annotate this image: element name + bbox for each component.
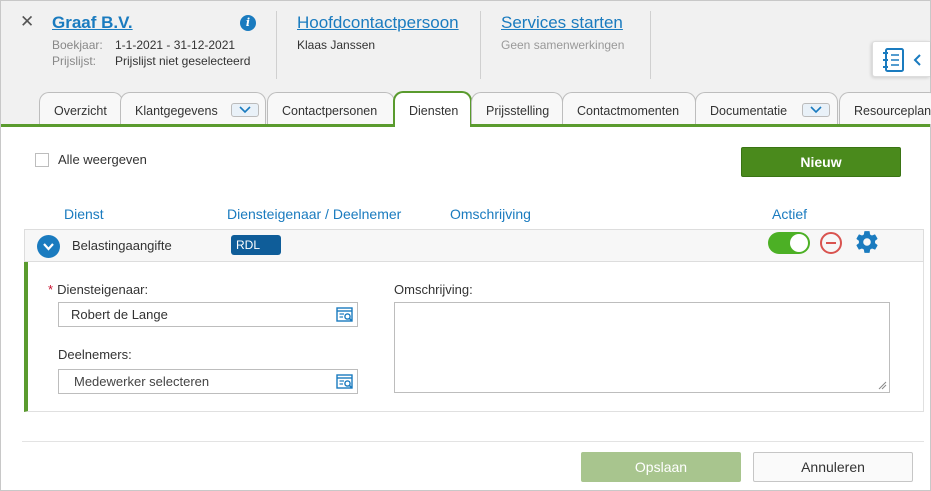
tab-label: Resourceplann [854, 104, 931, 118]
notebook-icon [883, 48, 921, 72]
show-all-label: Alle weergeven [58, 152, 147, 167]
tab-klantgegevens[interactable]: Klantgegevens [120, 92, 266, 124]
prijslijst-label: Prijslijst: [52, 54, 96, 68]
tab-bar: Overzicht Klantgegevens Contactpersonen … [1, 90, 931, 127]
column-header-omschrijving[interactable]: Omschrijving [450, 206, 531, 222]
tab-diensten[interactable]: Diensten [393, 91, 472, 127]
boekjaar-row: Boekjaar: 1-1-2021 - 31-12-2021 [52, 38, 235, 52]
tab-resourceplanning[interactable]: Resourceplann [839, 92, 931, 124]
lookup-icon[interactable] [336, 307, 354, 330]
tab-label: Contactpersonen [282, 104, 378, 118]
expand-toggle-icon[interactable] [37, 235, 60, 258]
cancel-button[interactable]: Annuleren [753, 452, 913, 482]
owner-value: Robert de Lange [71, 307, 168, 322]
column-header-eigenaar[interactable]: Diensteigenaar / Deelnemer [227, 206, 401, 222]
owner-badge: RDL [231, 235, 281, 255]
footer-divider [22, 441, 924, 442]
tab-label: Contactmomenten [577, 104, 680, 118]
owner-label-text: Diensteigenaar: [57, 282, 149, 297]
boekjaar-label: Boekjaar: [52, 38, 103, 52]
tab-documentatie[interactable]: Documentatie [695, 92, 838, 124]
participants-placeholder: Medewerker selecteren [74, 374, 210, 389]
tab-label: Overzicht [54, 104, 107, 118]
boekjaar-value: 1-1-2021 - 31-12-2021 [115, 38, 236, 52]
remove-icon[interactable] [820, 232, 842, 254]
new-button[interactable]: Nieuw [741, 147, 901, 177]
participants-field[interactable]: Medewerker selecteren [58, 369, 358, 394]
tab-contactmomenten[interactable]: Contactmomenten [562, 92, 696, 124]
chevron-down-icon[interactable] [231, 103, 259, 117]
tab-label: Diensten [409, 104, 459, 118]
main-contact-link[interactable]: Hoofdcontactpersoon [297, 13, 459, 33]
divider [276, 11, 277, 79]
column-header-dienst[interactable]: Dienst [64, 206, 104, 222]
company-name-link[interactable]: Graaf B.V. [52, 13, 133, 33]
tab-label: Documentatie [710, 104, 788, 118]
main-contact-name: Klaas Janssen [297, 38, 376, 52]
dialog-frame: ✕ Graaf B.V. i Boekjaar: 1-1-2021 - 31-12… [0, 0, 931, 491]
owner-field[interactable]: Robert de Lange [58, 302, 358, 327]
resize-handle-icon[interactable] [877, 380, 887, 390]
side-panel-toggle[interactable] [872, 41, 930, 77]
close-icon[interactable]: ✕ [20, 12, 34, 32]
save-button[interactable]: Opslaan [581, 452, 741, 482]
description-label: Omschrijving: [394, 282, 473, 297]
tab-contactpersonen[interactable]: Contactpersonen [267, 92, 395, 124]
collaborations-status: Geen samenwerkingen [501, 38, 625, 52]
toggle-knob [790, 234, 808, 252]
service-name: Belastingaangifte [72, 238, 172, 253]
tab-label: Prijsstelling [486, 104, 550, 118]
start-services-link[interactable]: Services starten [501, 13, 623, 33]
divider [650, 11, 651, 79]
chevron-left-icon [913, 54, 921, 66]
lookup-icon[interactable] [336, 374, 354, 397]
tab-label: Klantgegevens [135, 104, 218, 118]
required-marker: * [48, 282, 54, 297]
divider [480, 11, 481, 79]
column-header-actief[interactable]: Actief [772, 206, 807, 222]
info-icon[interactable]: i [240, 15, 256, 31]
active-toggle[interactable] [768, 232, 810, 254]
gear-icon[interactable] [854, 229, 880, 258]
tab-overzicht[interactable]: Overzicht [39, 92, 123, 124]
owner-label: * Diensteigenaar: [48, 282, 148, 297]
chevron-down-icon[interactable] [802, 103, 830, 117]
prijslijst-row: Prijslijst: Prijslijst niet geselecteerd [52, 54, 250, 68]
tab-prijsstelling[interactable]: Prijsstelling [471, 92, 563, 124]
participants-label: Deelnemers: [58, 347, 132, 362]
show-all-checkbox[interactable] [35, 153, 49, 167]
description-textarea[interactable] [394, 302, 890, 393]
prijslijst-value: Prijslijst niet geselecteerd [115, 54, 251, 68]
